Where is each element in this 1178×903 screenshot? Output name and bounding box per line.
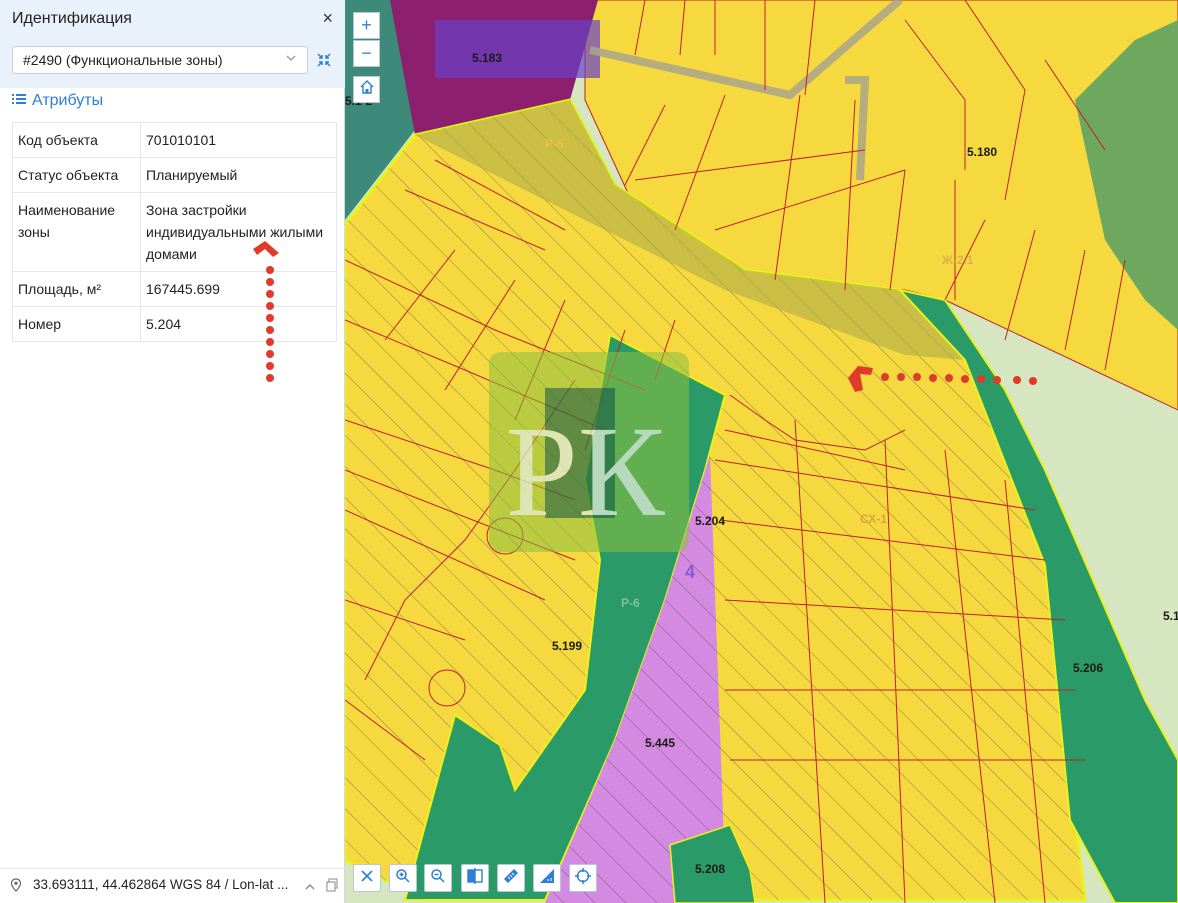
label-r6: Р-6 <box>621 596 640 610</box>
attr-value: 5.204 <box>140 306 337 342</box>
identification-panel: Идентификация × #2490 (Функциональные зо… <box>0 0 345 903</box>
copy-icon[interactable] <box>326 878 338 895</box>
label-5183: 5.183 <box>472 51 502 65</box>
panel-title: Идентификация <box>12 10 132 27</box>
chevron-down-icon <box>285 52 297 67</box>
attributes-heading[interactable]: Атрибуты <box>12 92 103 110</box>
ruler-icon <box>502 867 520 890</box>
home-button[interactable] <box>353 76 380 103</box>
area-measure-button[interactable] <box>533 864 561 892</box>
watermark-text: РК <box>505 400 665 544</box>
attr-value: 701010101 <box>140 122 337 158</box>
list-icon <box>12 92 26 110</box>
attr-key: Статус объекта <box>12 157 141 193</box>
attr-value: 167445.699 <box>140 271 337 307</box>
attr-key: Номер <box>12 306 141 342</box>
zoom-out-button[interactable]: − <box>353 40 380 67</box>
attr-key: Код объекта <box>12 122 141 158</box>
attr-key: Наименование зоны <box>12 192 141 272</box>
clear-button[interactable] <box>353 864 381 892</box>
zoom-in-tool-button[interactable] <box>389 864 417 892</box>
location-pin-icon <box>10 878 22 895</box>
label-edge-right: 5.1 <box>1163 609 1178 623</box>
coordinates-readout: 33.693111, 44.462864 WGS 84 / Lon-lat ..… <box>33 877 289 892</box>
zoom-out-icon <box>430 868 446 889</box>
label-5180: 5.180 <box>967 145 997 159</box>
locate-button[interactable] <box>569 864 597 892</box>
label-5208: 5.208 <box>695 862 725 876</box>
status-bar: 33.693111, 44.462864 WGS 84 / Lon-lat ..… <box>0 868 345 903</box>
label-5204: 5.204 <box>695 514 725 528</box>
table-row: Код объекта 701010101 <box>12 122 337 158</box>
panel-header: Идентификация × <box>0 0 345 38</box>
attr-value: Планируемый <box>140 157 337 193</box>
attr-key: Площадь, м² <box>12 271 141 307</box>
attributes-heading-label: Атрибуты <box>32 92 104 109</box>
label-r5: Р-5 <box>545 137 564 151</box>
label-5199: 5.199 <box>552 639 582 653</box>
annotation-arrow-panel <box>253 241 279 382</box>
compare-icon <box>467 867 483 889</box>
label-num4: 4 <box>685 562 695 582</box>
clear-icon <box>360 869 374 888</box>
map-canvas[interactable]: РК 5.183 5.1·2 5.180 5.204 5.199 5.206 5… <box>345 0 1178 903</box>
label-5206: 5.206 <box>1073 661 1103 675</box>
collapse-icon[interactable] <box>316 52 332 68</box>
map-view[interactable]: РК 5.183 5.1·2 5.180 5.204 5.199 5.206 5… <box>345 0 1178 903</box>
label-5445: 5.445 <box>645 736 675 750</box>
label-sx1: СХ-1 <box>860 512 887 526</box>
table-row: Статус объекта Планируемый <box>12 157 337 193</box>
chevron-up-icon[interactable] <box>304 880 316 895</box>
zoom-out-tool-button[interactable] <box>424 864 452 892</box>
close-button[interactable]: × <box>322 8 333 28</box>
area-measure-icon <box>538 867 556 890</box>
zoom-in-icon <box>395 868 411 889</box>
compare-button[interactable] <box>461 864 489 892</box>
attr-value: Зона застройки индивидуальными жилыми до… <box>140 192 337 272</box>
ruler-button[interactable] <box>497 864 525 892</box>
layer-select[interactable]: #2490 (Функциональные зоны) <box>12 46 308 74</box>
locate-icon <box>574 867 592 890</box>
watermark-logo: РК <box>489 352 689 552</box>
layer-bar: #2490 (Функциональные зоны) <box>0 38 345 88</box>
zoom-in-button[interactable]: + <box>353 12 380 39</box>
layer-select-value: #2490 (Функциональные зоны) <box>23 52 223 68</box>
home-icon <box>359 79 375 100</box>
label-zh21: Ж-2.1 <box>941 253 974 267</box>
zone-purple-overlay <box>435 20 600 78</box>
